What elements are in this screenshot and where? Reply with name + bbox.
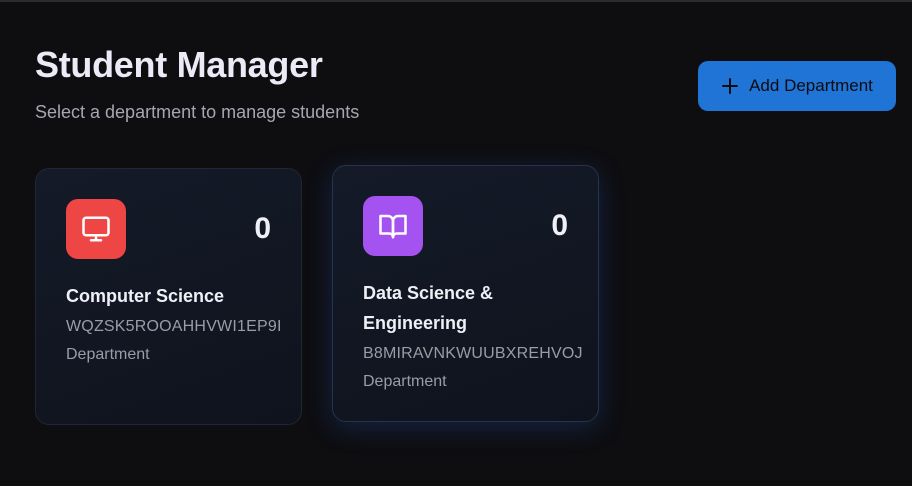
book-open-icon	[363, 196, 423, 256]
top-divider	[0, 0, 912, 2]
student-count: 0	[551, 209, 568, 242]
department-name: Data Science & Engineering	[363, 283, 494, 333]
department-type: Department	[363, 373, 447, 390]
add-department-label: Add Department	[749, 76, 873, 95]
monitor-icon	[66, 199, 126, 259]
department-card-data-science[interactable]: 0 Data Science & Engineering B8MIRAVNKWU…	[332, 165, 599, 422]
page-subtitle: Select a department to manage students	[35, 102, 360, 122]
department-code: WQZSK5ROOAHHVWI1EP9I	[66, 318, 282, 335]
department-code: B8MIRAVNKWUUBXREHVOJ	[363, 345, 583, 362]
department-name: Computer Science	[66, 286, 225, 306]
department-type: Department	[66, 346, 150, 363]
department-meta: B8MIRAVNKWUUBXREHVOJ Department	[363, 340, 588, 396]
department-card-computer-science[interactable]: 0 Computer Science WQZSK5ROOAHHVWI1EP9I …	[35, 168, 302, 425]
student-manager-page: Student Manager Select a department to m…	[0, 0, 912, 486]
student-count: 0	[254, 212, 271, 245]
page-title: Student Manager	[35, 44, 323, 85]
department-meta: WQZSK5ROOAHHVWI1EP9I Department	[66, 313, 291, 369]
plus-icon	[721, 77, 739, 95]
add-department-button[interactable]: Add Department	[698, 61, 896, 111]
